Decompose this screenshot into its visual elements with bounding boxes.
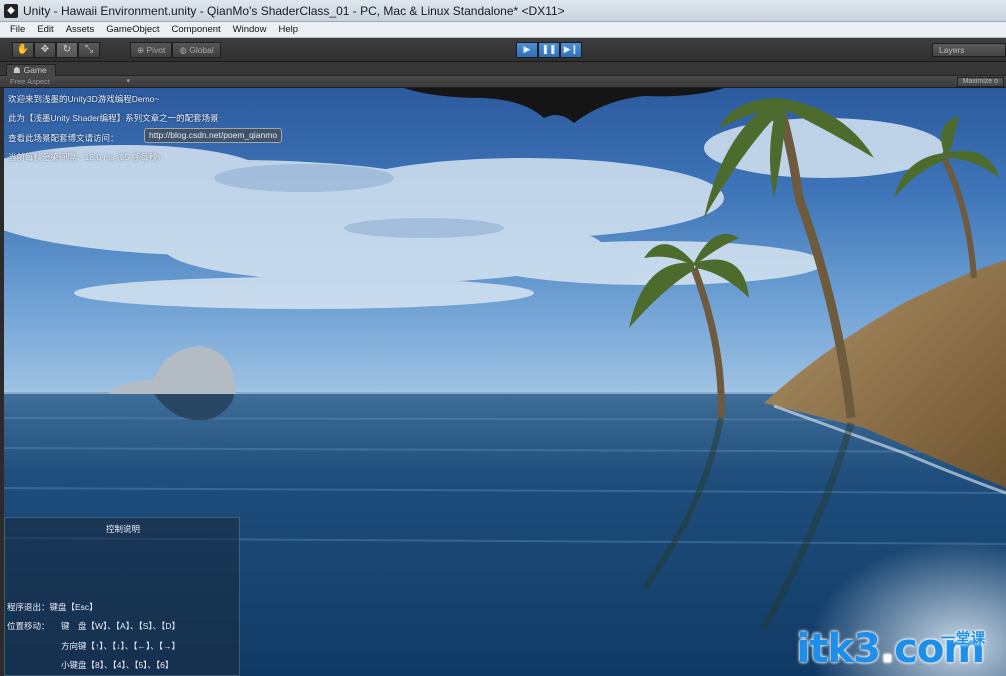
layers-label: Layers [939, 45, 965, 55]
main-toolbar: ✋ ✥ ↻ ⤡ ⊕ Pivot ◍ Global ▶ ❚❚ ▶❙ Layers [0, 38, 1006, 62]
controls-panel: 控制说明 程序退出：键盘【Esc】 位置移动： 键 盘【W】、【A】、【S】、【… [4, 517, 240, 676]
pivot-icon: ⊕ [137, 45, 145, 55]
unity-editor-window: ◆ Unity - Hawaii Environment.unity - Qia… [0, 0, 1006, 676]
menu-help[interactable]: Help [272, 24, 304, 35]
hand-tool-icon[interactable]: ✋ [12, 42, 34, 58]
pivot-toggle[interactable]: ⊕ Pivot [130, 42, 173, 58]
globe-icon: ◍ [179, 45, 187, 55]
controls-move-label: 位置移动： [7, 621, 50, 631]
controls-move-numpad: 小键盘【8】、【4】、【5】、【6】 [61, 660, 174, 670]
menu-window[interactable]: Window [227, 24, 273, 35]
blog-link-button[interactable]: http://blog.csdn.net/poem_qianmo [144, 128, 283, 143]
watermark-text: itk3 [796, 626, 881, 672]
layers-dropdown[interactable]: Layers [932, 43, 1006, 57]
game-controller-icon: ☗ [13, 65, 21, 75]
menu-gameobject[interactable]: GameObject [100, 24, 165, 35]
overlay-welcome-text: 欢迎来到浅墨的Unity3D游戏编程Demo~ [8, 94, 160, 104]
dropdown-caret-icon: ▾ [126, 78, 130, 85]
controls-move-arrows: 方向键【↑】、【↓】、【←】、【→】 [61, 641, 181, 651]
global-label: Global [189, 45, 214, 55]
global-toggle[interactable]: ◍ Global [172, 42, 221, 58]
tab-game-label: Game [23, 65, 47, 75]
overlay-visit-text: 查看此场景配套博文请访问： [8, 133, 119, 143]
step-icon[interactable]: ▶❙ [560, 42, 582, 58]
pivot-label: Pivot [146, 45, 166, 55]
aspect-label: Free Aspect [10, 77, 51, 86]
menu-assets[interactable]: Assets [60, 24, 101, 35]
move-tool-icon[interactable]: ✥ [34, 42, 56, 58]
menu-edit[interactable]: Edit [31, 24, 59, 35]
window-title: Unity - Hawaii Environment.unity - QianM… [23, 3, 565, 18]
pivot-global-toggles: ⊕ Pivot ◍ Global [130, 42, 221, 58]
menu-file[interactable]: File [4, 24, 31, 35]
game-view-toolbar: Free Aspect ▾ Maximize o [0, 76, 1006, 88]
tab-game[interactable]: ☗ Game [6, 64, 56, 76]
rotate-tool-icon[interactable]: ↻ [56, 42, 78, 58]
controls-move-keyboard: 键 盘【W】、【A】、【S】、【D】 [61, 621, 181, 631]
game-tab-bar: ☗ Game [0, 62, 1006, 76]
menu-bar: File Edit Assets GameObject Component Wi… [0, 22, 1006, 38]
overlay-frame-time-text: 当前每帧渲染间隔：18.0 ms (55 帧每秒) [8, 152, 161, 162]
maximize-on-play-button[interactable]: Maximize o [956, 77, 1004, 87]
itk3-watermark-logo: itk3.com 一堂课 [796, 626, 986, 672]
aspect-dropdown[interactable]: Free Aspect ▾ [10, 77, 130, 87]
menu-component[interactable]: Component [166, 24, 227, 35]
watermark-cn: 一堂课 [941, 631, 986, 647]
transform-tools: ✋ ✥ ↻ ⤡ [12, 42, 100, 58]
play-icon[interactable]: ▶ [516, 42, 538, 58]
title-bar: ◆ Unity - Hawaii Environment.unity - Qia… [0, 0, 1006, 22]
playback-controls: ▶ ❚❚ ▶❙ [516, 42, 582, 58]
controls-title: 控制说明 [105, 524, 140, 534]
overlay-series-text: 此为【浅墨Unity Shader编程】系列文章之一的配套场景 [8, 113, 219, 123]
pause-icon[interactable]: ❚❚ [538, 42, 560, 58]
controls-exit: 程序退出：键盘【Esc】 [7, 602, 98, 612]
game-view[interactable]: 欢迎来到浅墨的Unity3D游戏编程Demo~ 此为【浅墨Unity Shade… [4, 88, 1006, 676]
scale-tool-icon[interactable]: ⤡ [78, 42, 100, 58]
unity-app-icon: ◆ [4, 3, 18, 18]
watermark-dot: . [879, 626, 895, 672]
